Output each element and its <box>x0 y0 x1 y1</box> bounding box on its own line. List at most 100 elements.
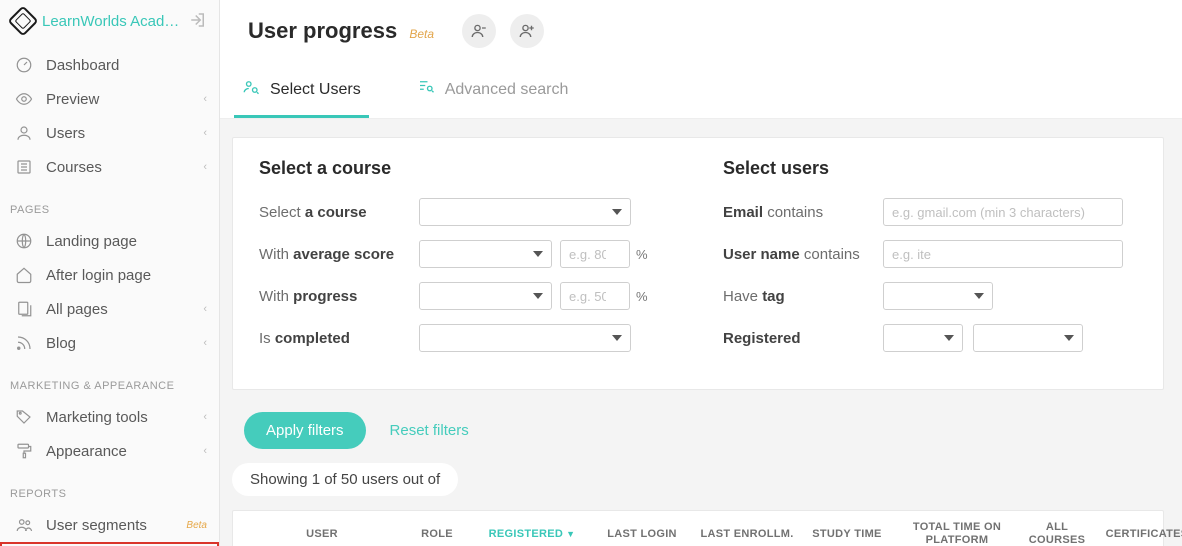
filter-label-select-course: Select a course <box>259 204 419 221</box>
filter-label-completed: Is completed <box>259 330 419 347</box>
user-minus-button[interactable] <box>462 14 496 48</box>
th-last-enrollm[interactable]: LAST ENROLLM. <box>697 521 797 546</box>
home-icon <box>14 265 34 285</box>
sidebar-item-appearance[interactable]: Appearance ‹ <box>0 434 219 468</box>
sidebar-item-label: Landing page <box>46 233 207 250</box>
nav-group-main: Dashboard Preview ‹ Users ‹ Courses ‹ <box>0 46 219 194</box>
results-table: USER ROLE REGISTERED▼ LAST LOGIN LAST EN… <box>232 510 1164 546</box>
filter-label-avg-score: With average score <box>259 246 419 263</box>
tab-select-users[interactable]: Select Users <box>234 62 369 118</box>
apply-filters-button[interactable]: Apply filters <box>244 412 366 449</box>
registered-to-dropdown[interactable] <box>973 324 1083 352</box>
sidebar-item-label: Users <box>46 125 203 142</box>
sidebar-item-marketing-tools[interactable]: Marketing tools ‹ <box>0 400 219 434</box>
nav-group-pages: Landing page After login page All pages … <box>0 222 219 370</box>
sidebar: LearnWorlds Acade... Dashboard Preview ‹… <box>0 0 220 546</box>
nav-group-title-marketing: MARKETING & APPEARANCE <box>0 370 219 398</box>
th-certificates[interactable]: CERTIFICATES <box>1097 521 1182 546</box>
th-role[interactable]: ROLE <box>397 521 477 546</box>
brand-title[interactable]: LearnWorlds Acade... <box>42 13 181 30</box>
filter-search-icon <box>417 78 435 101</box>
tag-icon <box>14 407 34 427</box>
exit-icon[interactable] <box>189 11 207 32</box>
users-icon <box>14 515 34 535</box>
eye-icon <box>14 89 34 109</box>
reset-filters-link[interactable]: Reset filters <box>390 422 469 439</box>
select-course-dropdown[interactable] <box>419 198 631 226</box>
page-title: User progress Beta <box>248 18 434 44</box>
users-search-icon <box>242 78 260 101</box>
user-plus-button[interactable] <box>510 14 544 48</box>
content-scroll[interactable]: Select a course Select a course With ave… <box>220 119 1182 546</box>
chevron-left-icon: ‹ <box>203 411 207 423</box>
sidebar-item-label: User segments <box>46 517 182 534</box>
avg-score-operator-dropdown[interactable] <box>419 240 552 268</box>
progress-input[interactable] <box>560 282 630 310</box>
filter-label-email: Email contains <box>723 204 883 221</box>
sidebar-item-user-progress[interactable]: User progress Beta <box>0 542 219 546</box>
filter-label-tag: Have tag <box>723 288 883 305</box>
chevron-left-icon: ‹ <box>203 127 207 139</box>
chevron-left-icon: ‹ <box>203 93 207 105</box>
sidebar-item-blog[interactable]: Blog ‹ <box>0 326 219 360</box>
email-contains-input[interactable] <box>883 198 1123 226</box>
table-header-row: USER ROLE REGISTERED▼ LAST LOGIN LAST EN… <box>233 511 1163 546</box>
gauge-icon <box>14 55 34 75</box>
filter-column-course: Select a course Select a course With ave… <box>259 158 673 365</box>
nav-group-title-pages: PAGES <box>0 194 219 222</box>
th-total-time[interactable]: TOTAL TIME ON PLATFORM <box>897 521 1017 546</box>
tab-advanced-search[interactable]: Advanced search <box>409 62 577 118</box>
tab-label: Advanced search <box>445 81 569 99</box>
paint-roller-icon <box>14 441 34 461</box>
sidebar-item-after-login-page[interactable]: After login page <box>0 258 219 292</box>
pages-icon <box>14 299 34 319</box>
user-icon <box>14 123 34 143</box>
percent-label: % <box>636 289 648 304</box>
th-study-time[interactable]: STUDY TIME <box>797 521 897 546</box>
nav-group-reports: User segments Beta User progress Beta <box>0 506 219 546</box>
sidebar-item-all-pages[interactable]: All pages ‹ <box>0 292 219 326</box>
beta-badge: Beta <box>186 520 207 531</box>
progress-operator-dropdown[interactable] <box>419 282 552 310</box>
sidebar-item-label: All pages <box>46 301 203 318</box>
tab-bar: Select Users Advanced search <box>220 62 1182 119</box>
th-last-login[interactable]: LAST LOGIN <box>587 521 697 546</box>
sort-desc-icon: ▼ <box>566 529 575 540</box>
main-content: User progress Beta Select Users Advanced… <box>220 0 1182 546</box>
th-all-courses[interactable]: ALL COURSES <box>1017 521 1097 546</box>
filter-column-users: Select users Email contains User name co… <box>723 158 1137 365</box>
page-header: User progress Beta <box>220 0 1182 62</box>
list-icon <box>14 157 34 177</box>
chevron-left-icon: ‹ <box>203 303 207 315</box>
beta-badge: Beta <box>409 27 434 41</box>
sidebar-header: LearnWorlds Acade... <box>0 0 219 46</box>
filter-heading-users: Select users <box>723 158 1137 179</box>
sidebar-item-users[interactable]: Users ‹ <box>0 116 219 150</box>
username-contains-input[interactable] <box>883 240 1123 268</box>
tag-dropdown[interactable] <box>883 282 993 310</box>
percent-label: % <box>636 247 648 262</box>
sidebar-item-courses[interactable]: Courses ‹ <box>0 150 219 184</box>
sidebar-item-landing-page[interactable]: Landing page <box>0 224 219 258</box>
sidebar-item-preview[interactable]: Preview ‹ <box>0 82 219 116</box>
rss-icon <box>14 333 34 353</box>
chevron-left-icon: ‹ <box>203 445 207 457</box>
results-summary: Showing 1 of 50 users out of <box>232 463 458 496</box>
sidebar-item-label: Preview <box>46 91 203 108</box>
filter-label-registered: Registered <box>723 330 883 347</box>
avg-score-input[interactable] <box>560 240 630 268</box>
sidebar-item-label: Marketing tools <box>46 409 203 426</box>
completed-dropdown[interactable] <box>419 324 631 352</box>
filter-card: Select a course Select a course With ave… <box>232 137 1164 390</box>
sidebar-item-label: Appearance <box>46 443 203 460</box>
th-user[interactable]: USER <box>247 521 397 546</box>
nav-group-title-reports: REPORTS <box>0 478 219 506</box>
sidebar-item-label: Blog <box>46 335 203 352</box>
th-registered[interactable]: REGISTERED▼ <box>477 521 587 546</box>
filter-actions: Apply filters Reset filters <box>244 412 1164 449</box>
chevron-left-icon: ‹ <box>203 161 207 173</box>
nav-group-marketing: Marketing tools ‹ Appearance ‹ <box>0 398 219 478</box>
sidebar-item-dashboard[interactable]: Dashboard <box>0 48 219 82</box>
sidebar-item-user-segments[interactable]: User segments Beta <box>0 508 219 542</box>
registered-from-dropdown[interactable] <box>883 324 963 352</box>
